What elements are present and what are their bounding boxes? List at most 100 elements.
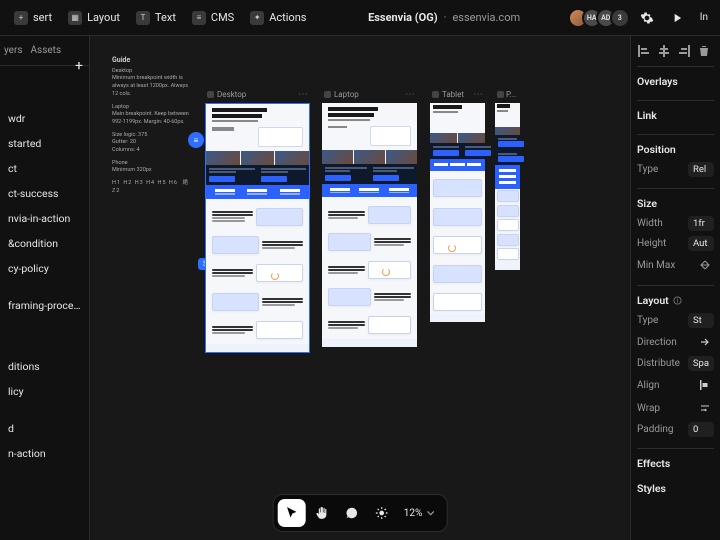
- svg-text:i: i: [677, 298, 679, 304]
- frame-menu-icon[interactable]: ⋯: [298, 89, 308, 100]
- frame-tablet[interactable]: Tablet ⋯: [430, 88, 485, 322]
- align-value-button[interactable]: [696, 376, 714, 394]
- comment-icon: [345, 506, 359, 520]
- tab-layers[interactable]: yers: [4, 45, 23, 56]
- page-item[interactable]: nvia-in-action: [0, 206, 89, 231]
- height-value[interactable]: Aut: [688, 236, 714, 251]
- page-item[interactable]: framing-process: [0, 293, 89, 318]
- actions-tool[interactable]: ✦ Actions: [242, 6, 314, 30]
- size-section-title: Size: [637, 197, 714, 210]
- play-icon: [670, 11, 684, 25]
- cursor-tool[interactable]: [278, 499, 306, 527]
- delete-button[interactable]: [697, 44, 711, 58]
- wrap-label: Wrap: [637, 403, 660, 414]
- page-item[interactable]: cy-policy: [0, 256, 89, 281]
- direction-button[interactable]: [696, 333, 714, 351]
- style-guide-note: Guide DesktopMinimum breakpoint width is…: [112, 56, 192, 200]
- layout-tool[interactable]: ▦ Layout: [60, 6, 128, 30]
- layout-label: Layout: [87, 11, 120, 24]
- position-type-value[interactable]: Rel: [688, 162, 714, 177]
- text-label: Text: [155, 11, 176, 24]
- frame-desktop[interactable]: Desktop ⋯: [205, 88, 310, 353]
- align-label: Align: [637, 380, 660, 391]
- hand-icon: [315, 506, 329, 520]
- chevron-down-icon: [426, 509, 434, 517]
- page-preview[interactable]: [495, 103, 520, 270]
- zoom-control[interactable]: 12%: [398, 508, 443, 519]
- page-list: wdr started ct ct-success nvia-in-action…: [0, 66, 89, 466]
- align-left-button[interactable]: [637, 44, 651, 58]
- frame-menu-icon[interactable]: ⋯: [473, 89, 483, 100]
- info-icon: i: [673, 296, 682, 305]
- distribute-label: Distribute: [637, 358, 680, 369]
- overlays-section-title: Overlays: [637, 75, 714, 88]
- link-section-title: Link: [637, 109, 714, 122]
- page-preview[interactable]: [322, 103, 417, 347]
- align-center-button[interactable]: [657, 44, 671, 58]
- direction-label: Direction: [637, 337, 677, 348]
- comment-tool[interactable]: [338, 499, 366, 527]
- zoom-value: 12%: [404, 508, 423, 519]
- page-item[interactable]: [0, 342, 89, 354]
- brightness-tool[interactable]: [368, 499, 396, 527]
- project-title-group[interactable]: Essenvia (OG) · essenvia.com: [368, 11, 520, 24]
- avatar-more-count[interactable]: 3: [610, 8, 630, 28]
- plus-icon: +: [14, 11, 28, 25]
- minmax-button[interactable]: [696, 256, 714, 274]
- position-section-title: Position: [637, 143, 714, 156]
- padding-value[interactable]: 0: [688, 422, 714, 437]
- page-item[interactable]: [0, 318, 89, 330]
- tab-assets[interactable]: Assets: [31, 45, 62, 56]
- frame-label: Laptop: [334, 90, 359, 99]
- text-icon: T: [136, 11, 150, 25]
- page-item[interactable]: [0, 281, 89, 293]
- cms-icon: ≡: [192, 11, 206, 25]
- page-item[interactable]: d: [0, 416, 89, 441]
- frame-phone[interactable]: P...: [495, 88, 520, 270]
- page-preview[interactable]: [205, 103, 310, 353]
- page-item[interactable]: &condition: [0, 231, 89, 256]
- cms-tool[interactable]: ≡ CMS: [184, 6, 242, 30]
- breakpoint-icon: [207, 91, 214, 98]
- cursor-icon: [285, 506, 299, 520]
- page-item[interactable]: [0, 404, 89, 416]
- project-domain: essenvia.com: [452, 11, 520, 24]
- distribute-value[interactable]: Spa: [688, 356, 714, 371]
- invite-button[interactable]: In: [694, 5, 714, 31]
- page-item[interactable]: wdr: [0, 106, 89, 131]
- padding-label: Padding: [637, 424, 674, 435]
- sun-icon: [375, 506, 389, 520]
- add-page-button[interactable]: +: [75, 58, 83, 74]
- effects-section-title: Effects: [637, 457, 714, 470]
- page-item[interactable]: ditions: [0, 354, 89, 379]
- align-right-button[interactable]: [677, 44, 691, 58]
- preview-button[interactable]: [664, 5, 690, 31]
- wrap-button[interactable]: [696, 399, 714, 417]
- hand-tool[interactable]: [308, 499, 336, 527]
- page-item[interactable]: started: [0, 131, 89, 156]
- page-item[interactable]: licy: [0, 379, 89, 404]
- frame-label: P...: [506, 90, 516, 99]
- canvas-toolbar: 12%: [273, 494, 448, 532]
- layout-section-title: Layout i: [637, 294, 714, 307]
- section-drag-handle[interactable]: ≡: [188, 132, 204, 148]
- layout-type-value[interactable]: St: [688, 313, 714, 328]
- top-toolbar: + sert ▦ Layout T Text ≡ CMS ✦ Actions E…: [0, 0, 720, 36]
- frame-menu-icon[interactable]: ⋯: [405, 89, 415, 100]
- collaborator-avatars[interactable]: HA AD 3: [574, 8, 630, 28]
- page-preview[interactable]: [430, 103, 485, 322]
- design-canvas[interactable]: Guide DesktopMinimum breakpoint width is…: [90, 36, 630, 540]
- page-item[interactable]: ct-success: [0, 181, 89, 206]
- page-item[interactable]: n-action: [0, 441, 89, 466]
- frame-label: Desktop: [217, 90, 246, 99]
- frame-laptop[interactable]: Laptop ⋯: [322, 88, 417, 347]
- insert-label: sert: [33, 11, 52, 24]
- settings-button[interactable]: [634, 5, 660, 31]
- frame-label: Tablet: [442, 90, 464, 99]
- text-tool[interactable]: T Text: [128, 6, 184, 30]
- position-type-label: Type: [637, 164, 658, 175]
- page-item[interactable]: ct: [0, 156, 89, 181]
- width-value[interactable]: 1fr: [688, 216, 714, 231]
- page-item[interactable]: [0, 330, 89, 342]
- insert-tool[interactable]: + sert: [6, 6, 60, 30]
